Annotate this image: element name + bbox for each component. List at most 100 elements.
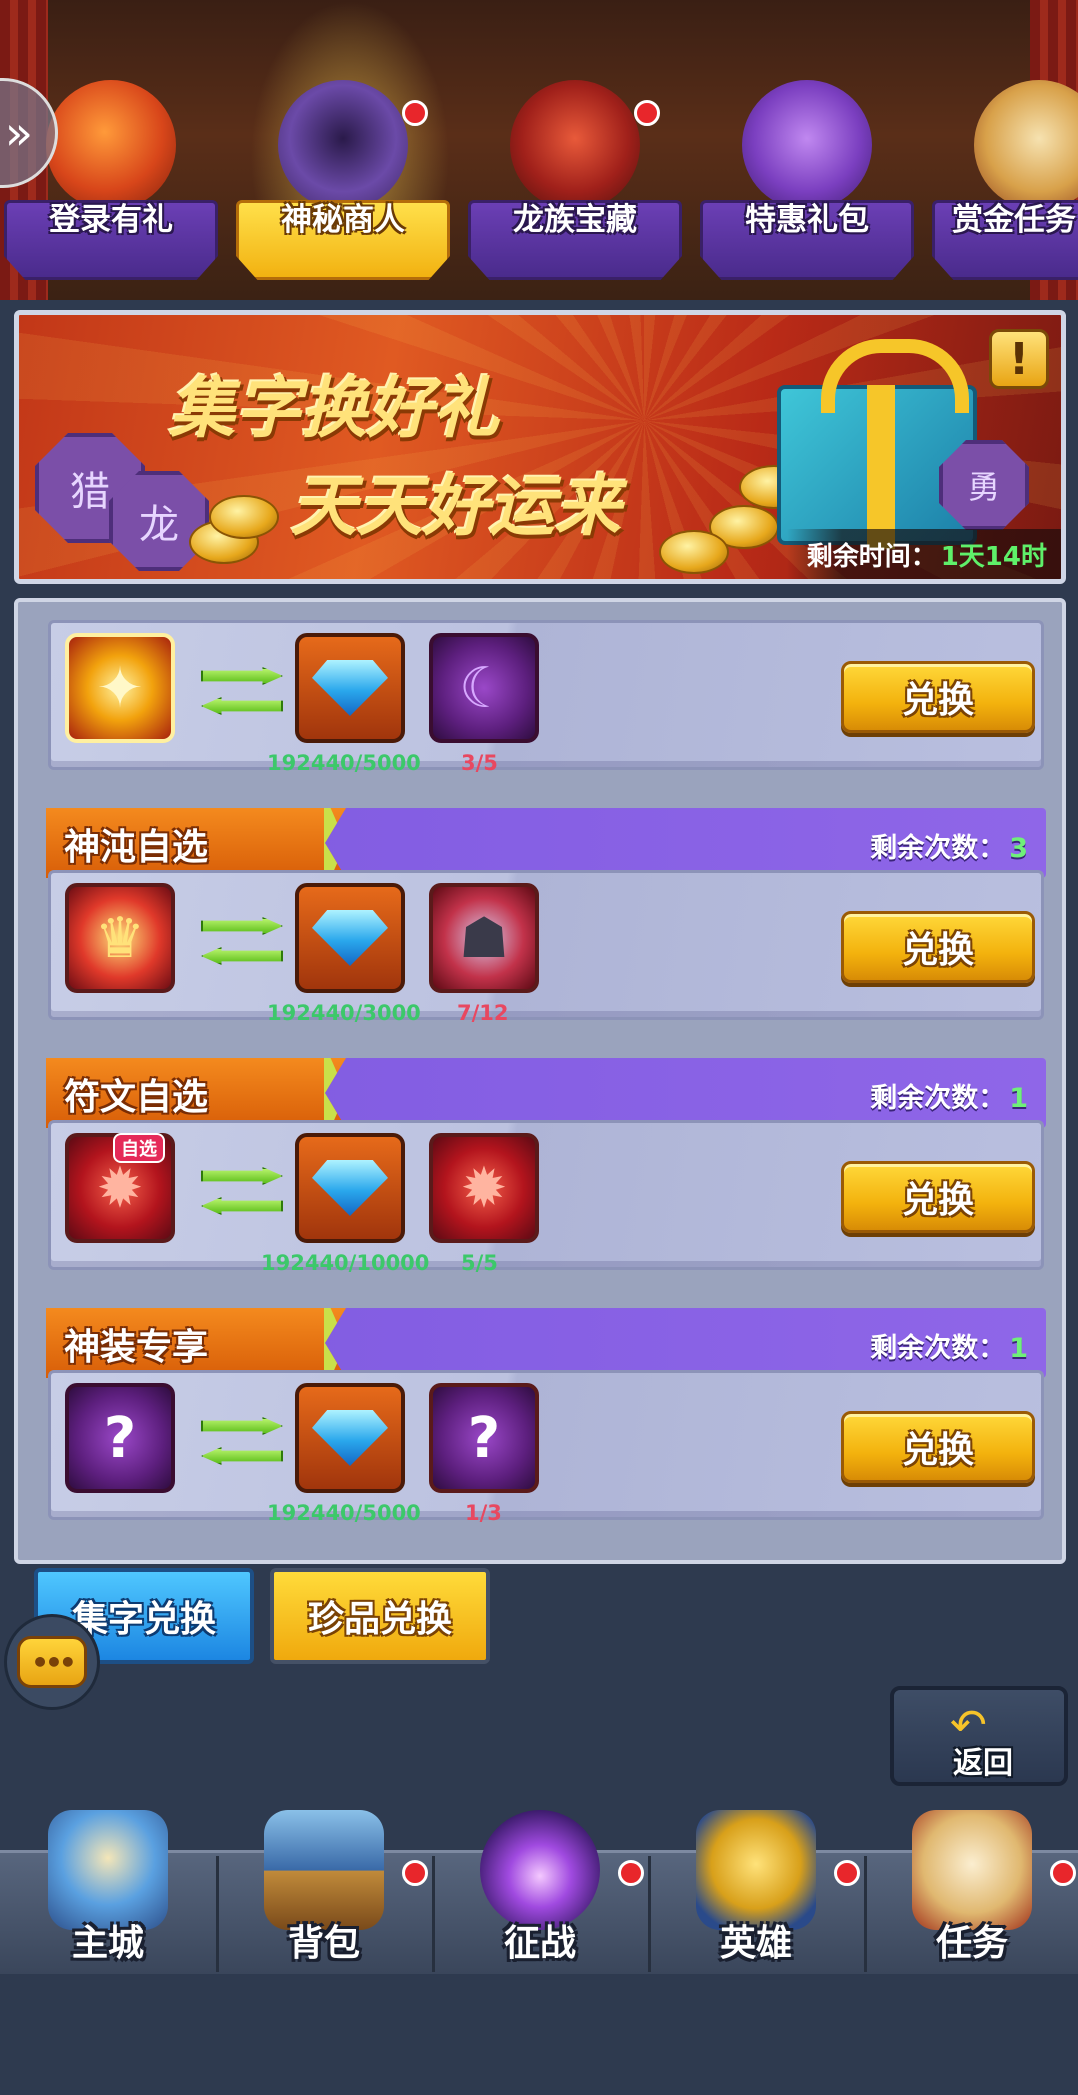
section-header: 神装专享 剩余次数： 1 (46, 1308, 1046, 1378)
remaining-value: 1 (1009, 1333, 1028, 1364)
notification-dot (634, 100, 660, 126)
owned-amount: 7/12 (457, 1001, 509, 1025)
notification-dot (1050, 1860, 1076, 1886)
back-label: 返回 (953, 1746, 1013, 1781)
section-title: 符文自选 (64, 1077, 209, 1118)
tab-treasure-exchange[interactable]: 珍品兑换 (270, 1568, 490, 1664)
coin-icon (659, 530, 729, 574)
seal-icon: 勇 (939, 440, 1029, 530)
nav-quests[interactable]: 任务 (864, 1810, 1078, 1974)
banner-subtitle: 天天好运来 (291, 468, 621, 545)
nav-backpack[interactable]: 背包 (216, 1810, 432, 1974)
nav-label: 征战 (503, 1923, 576, 1964)
swap-arrows-icon (201, 1161, 283, 1223)
treasure-chest-icon (264, 1810, 384, 1930)
golden-winged-armor-icon[interactable]: ♛ (65, 883, 175, 993)
seal-icon: 龙 (109, 471, 209, 571)
remaining-label: 剩余次数： (870, 1333, 1006, 1364)
cost-amount: 192440/5000 (267, 751, 421, 775)
nav-heroes[interactable]: 英雄 (648, 1810, 864, 1974)
dragon-treasure-icon (510, 80, 640, 210)
purple-bag-icon (742, 80, 872, 210)
tab-label: 赏金任务 (952, 202, 1076, 238)
exchange-list[interactable]: ✦ ☾ 192440/5000 3/5 兑换 神沌自选 剩余次数： 3 ♛ ☗ 1… (14, 598, 1066, 1564)
diamond-icon[interactable] (295, 633, 405, 743)
tab-special-pack[interactable]: 特惠礼包 (700, 60, 914, 290)
remaining-label: 剩余次数： (870, 833, 1006, 864)
exchange-row: ♛ ☗ 192440/3000 7/12 兑换 (48, 870, 1044, 1025)
hooded-merchant-icon (278, 80, 408, 210)
coin-icon (209, 495, 279, 539)
tab-bounty-quest[interactable]: 赏金任务 (932, 60, 1078, 290)
castle-icon (48, 1810, 168, 1930)
notification-dot (402, 100, 428, 126)
remaining-value: 3 (1009, 833, 1028, 864)
nav-label: 英雄 (719, 1923, 792, 1964)
red-rune-gear-icon[interactable]: ✹ (429, 1133, 539, 1243)
notification-dot (618, 1860, 644, 1886)
tab-mystery-merchant[interactable]: 神秘商人 (236, 60, 450, 290)
gift-box-icon (46, 80, 176, 210)
cost-amount: 192440/3000 (267, 1001, 421, 1025)
owned-amount: 1/3 (465, 1501, 502, 1525)
remaining-label: 剩余次数： (870, 1083, 1006, 1114)
tab-label: 龙族宝藏 (513, 202, 637, 238)
event-banner: 猎 龙 集字换好礼 天天好运来 勇 ! 剩余时间： 1天14时 (14, 310, 1066, 584)
banner-title: 集字换好礼 (169, 370, 499, 447)
exchange-row: ✦ ☾ 192440/5000 3/5 兑换 (48, 620, 1044, 775)
red-rune-gear-icon[interactable]: ✹ 自选 (65, 1133, 175, 1243)
remaining-count: 剩余次数： 1 (870, 1076, 1028, 1115)
tab-label: 特惠礼包 (745, 202, 869, 238)
swap-arrows-icon (201, 661, 283, 723)
swap-arrows-icon (201, 911, 283, 973)
nav-main-city[interactable]: 主城 (0, 1810, 216, 1974)
gold-medal-icon[interactable]: ✦ (65, 633, 175, 743)
nav-label: 主城 (71, 1923, 144, 1964)
mystery-gear-icon[interactable]: ? (65, 1383, 175, 1493)
tab-dragon-treasure[interactable]: 龙族宝藏 (468, 60, 682, 290)
footer-area (0, 1974, 1078, 2095)
nav-label: 任务 (935, 1923, 1008, 1964)
purple-moon-orb-icon[interactable]: ☾ (429, 633, 539, 743)
owned-amount: 5/5 (461, 1251, 498, 1275)
remaining-count: 剩余次数： 1 (870, 1326, 1028, 1365)
exchange-button[interactable]: 兑换 (841, 661, 1035, 733)
exchange-button[interactable]: 兑换 (841, 1411, 1035, 1483)
scroll-icon (974, 80, 1078, 210)
golden-helmet-icon (696, 1810, 816, 1930)
notification-dot (834, 1860, 860, 1886)
mystery-gear-icon[interactable]: ? (429, 1383, 539, 1493)
section-header: 符文自选 剩余次数： 1 (46, 1058, 1046, 1128)
cost-amount: 192440/10000 (261, 1251, 430, 1275)
quest-scroll-icon (912, 1810, 1032, 1930)
section-title: 神沌自选 (64, 827, 209, 868)
section-title: 神装专享 (64, 1327, 209, 1368)
diamond-icon[interactable] (295, 1133, 405, 1243)
dark-mech-armor-icon[interactable]: ☗ (429, 883, 539, 993)
exchange-button[interactable]: 兑换 (841, 1161, 1035, 1233)
section-header: 神沌自选 剩余次数： 3 (46, 808, 1046, 878)
remaining-count: 剩余次数： 3 (870, 826, 1028, 865)
diamond-icon[interactable] (295, 1383, 405, 1493)
exchange-row: ? ? 192440/5000 1/3 兑换 (48, 1370, 1044, 1525)
exchange-button[interactable]: 兑换 (841, 911, 1035, 983)
event-tab-bar: 登录有礼 神秘商人 龙族宝藏 特惠礼包 赏金任务 » (0, 0, 1078, 300)
dragon-portal-icon (480, 1810, 600, 1930)
chat-button[interactable]: ••• (4, 1614, 100, 1710)
tab-label: 神秘商人 (281, 202, 405, 238)
notification-dot (402, 1860, 428, 1886)
diamond-icon[interactable] (295, 883, 405, 993)
timer-value: 1天14时 (940, 541, 1047, 572)
nav-campaign[interactable]: 征战 (432, 1810, 648, 1974)
tab-label: 登录有礼 (49, 202, 173, 238)
exchange-row: ✹ 自选 ✹ 192440/10000 5/5 兑换 (48, 1120, 1044, 1275)
self-select-tag: 自选 (113, 1133, 165, 1163)
exclamation-icon[interactable]: ! (989, 329, 1049, 389)
owned-amount: 3/5 (461, 751, 498, 775)
chevron-right-icon: » (4, 106, 34, 160)
remaining-time: 剩余时间： 1天14时 (786, 529, 1061, 579)
nav-label: 背包 (287, 1923, 360, 1964)
chat-bubble-icon: ••• (17, 1636, 87, 1688)
swap-arrows-icon (201, 1411, 283, 1473)
back-button[interactable]: ↶ 返回 (890, 1686, 1068, 1786)
